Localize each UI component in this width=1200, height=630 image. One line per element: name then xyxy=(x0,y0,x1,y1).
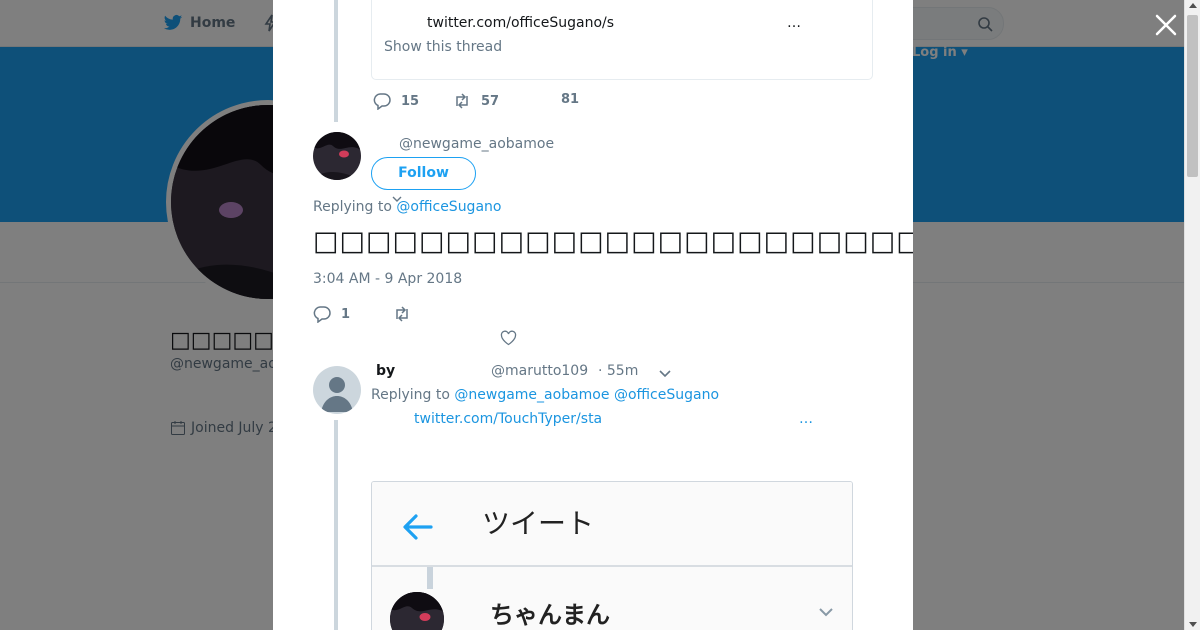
retweet-action[interactable] xyxy=(393,305,411,323)
reply-action[interactable]: 15 xyxy=(373,92,419,110)
replying-to-link[interactable]: @officeSugano xyxy=(396,199,501,215)
tweet-modal: twitter.com/officeSugano/s … Show this t… xyxy=(273,0,913,630)
reply-action[interactable]: 1 xyxy=(313,305,350,323)
reply-replying-to: Replying to @newgame_aobamoe @officeSuga… xyxy=(371,387,719,403)
retweet-icon xyxy=(456,93,468,109)
replying-to-link-1[interactable]: @newgame_aobamoe xyxy=(454,387,609,403)
reply-count: 15 xyxy=(401,93,420,109)
anime-avatar-image xyxy=(390,592,444,630)
back-arrow-icon xyxy=(403,514,433,540)
thread-line xyxy=(334,0,338,122)
heart-icon[interactable] xyxy=(500,330,517,346)
scroll-up-arrow[interactable] xyxy=(1189,3,1197,8)
media-header: ツイート xyxy=(372,482,852,567)
tweet-author-handle[interactable]: @newgame_aobamoe xyxy=(399,136,554,152)
quoted-tweet-card[interactable]: twitter.com/officeSugano/s … Show this t… xyxy=(371,0,873,80)
tweet-author-avatar[interactable] xyxy=(313,132,361,180)
reply-time[interactable]: · 55m xyxy=(598,363,638,379)
thread-line xyxy=(334,420,338,630)
reply-author-name[interactable]: by xyxy=(376,363,395,379)
scroll-down-arrow[interactable] xyxy=(1189,622,1197,627)
default-avatar-icon xyxy=(321,377,353,412)
reply-url-ellipsis: … xyxy=(799,411,813,427)
reply-icon xyxy=(313,306,331,323)
scroll-thumb[interactable] xyxy=(1187,15,1198,177)
retweet-action[interactable]: 57 xyxy=(453,92,499,110)
tweet-text: □□□□□□□□□□□□□□□□□□□□□□□□□□□□□□□□□□□□□□ xyxy=(313,226,913,257)
anime-avatar-image xyxy=(313,132,361,180)
media-avatar xyxy=(390,592,444,630)
chevron-down-icon[interactable] xyxy=(658,366,672,380)
replying-to-prefix: Replying to xyxy=(313,199,397,215)
reply-author-avatar[interactable] xyxy=(313,366,361,414)
reply-count: 1 xyxy=(341,306,351,322)
reply-media-image[interactable]: ツイート ちゃんまん xyxy=(371,481,853,630)
media-user-name: ちゃんまん xyxy=(490,601,610,629)
tweet-timestamp[interactable]: 3:04 AM - 9 Apr 2018 xyxy=(313,271,462,287)
media-title: ツイート xyxy=(482,507,595,540)
close-icon[interactable] xyxy=(1153,12,1179,38)
media-thread-line xyxy=(427,567,433,589)
quoted-link[interactable]: twitter.com/officeSugano/s xyxy=(427,15,614,31)
retweet-count: 57 xyxy=(481,93,500,109)
reply-author-handle[interactable]: @marutto109 xyxy=(491,363,588,379)
replying-to-link-2[interactable]: @officeSugano xyxy=(614,387,719,403)
follow-button[interactable]: Follow xyxy=(371,157,476,190)
show-thread-link[interactable]: Show this thread xyxy=(384,39,502,55)
retweet-icon xyxy=(396,306,408,322)
reply-icon xyxy=(373,93,391,110)
reply-url-link[interactable]: twitter.com/TouchTyper/sta xyxy=(414,411,602,427)
chevron-down-icon xyxy=(819,608,833,617)
like-action[interactable]: 81 xyxy=(561,92,579,107)
replying-to-prefix: Replying to xyxy=(371,387,455,403)
like-count: 81 xyxy=(561,92,580,107)
replying-to: Replying to @officeSugano xyxy=(313,199,501,215)
quoted-ellipsis: … xyxy=(787,15,801,31)
page-scrollbar[interactable] xyxy=(1184,0,1200,630)
